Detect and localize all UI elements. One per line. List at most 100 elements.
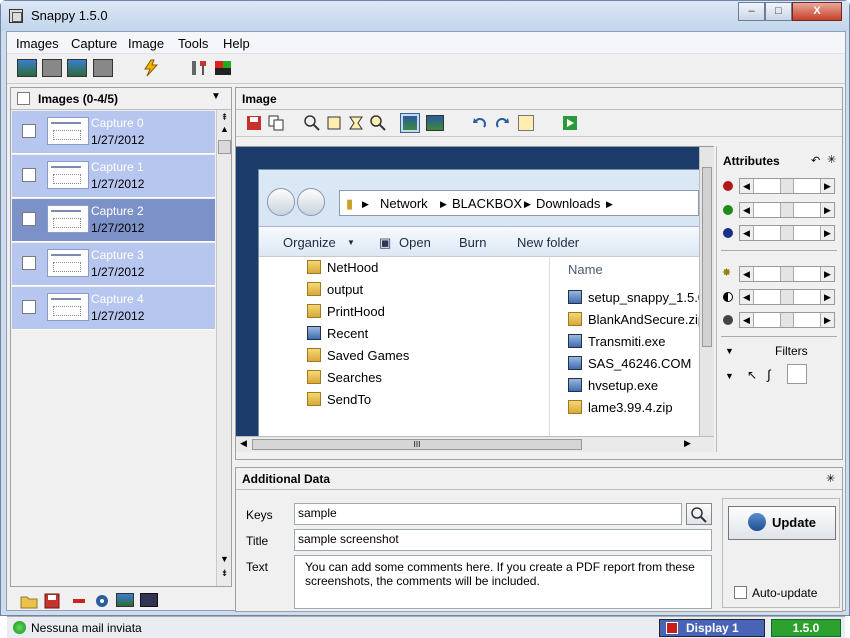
color-settings-icon[interactable] <box>213 59 233 77</box>
crop-icon[interactable] <box>518 115 534 131</box>
chevron-down-icon[interactable]: ▼ <box>725 346 734 356</box>
image-panel-title: Image <box>242 92 277 106</box>
chevron-down-icon[interactable]: ▼ <box>211 91 221 102</box>
remove-icon[interactable] <box>72 597 86 605</box>
item-checkbox[interactable] <box>22 300 36 314</box>
text-area[interactable]: You can add some comments here. If you c… <box>294 555 712 609</box>
back-icon <box>267 188 295 216</box>
export-image-icon[interactable] <box>562 115 578 131</box>
item-name: Capture 1 <box>91 160 144 174</box>
keys-label: Keys <box>246 508 273 522</box>
save-icon[interactable] <box>44 593 60 609</box>
capture-window-icon[interactable] <box>42 59 62 77</box>
blue-slider[interactable]: ◀ ▶ <box>739 225 835 241</box>
red-slider[interactable]: ◀ ▶ <box>739 178 835 194</box>
title-bar: Snappy 1.5.0 – □ X <box>1 1 849 31</box>
pointer-icon[interactable]: ↖ <box>747 368 757 382</box>
close-button[interactable]: X <box>792 2 842 21</box>
curve-icon[interactable]: ∫ <box>767 367 771 382</box>
chevron-down-icon[interactable]: ▼ <box>725 371 734 381</box>
zoom-icon[interactable] <box>304 115 320 131</box>
list-item-selected[interactable]: Capture 2 1/27/2012 <box>12 199 215 242</box>
list-item[interactable]: Capture 1 1/27/2012 <box>12 155 215 198</box>
settings-gear-icon[interactable] <box>94 593 110 609</box>
breadcrumb-downloads: Downloads <box>536 196 601 211</box>
app-window: Snappy 1.5.0 – □ X Images Capture Image … <box>0 0 850 638</box>
command-bar: Organize ▼ ▣ Open Burn New folder <box>259 226 714 256</box>
display-icon[interactable] <box>140 593 158 607</box>
scroll-left-icon[interactable]: ◀ <box>240 438 247 449</box>
view-mode-toggle[interactable] <box>400 113 420 133</box>
scroll-thumb[interactable] <box>702 167 712 347</box>
nav-item: Searches <box>307 370 382 385</box>
menu-help[interactable]: Help <box>223 36 250 51</box>
scroll-down-icon[interactable]: ▼ <box>218 554 231 566</box>
list-item[interactable]: Capture 4 1/27/2012 <box>12 287 215 330</box>
display-indicator[interactable]: Display 1 <box>659 619 765 637</box>
thumbnail-image <box>47 249 89 277</box>
file-item: hvsetup.exe <box>568 378 658 393</box>
zoom-in-icon[interactable] <box>370 115 386 131</box>
item-checkbox[interactable] <box>22 212 36 226</box>
tools-icon[interactable] <box>189 59 209 77</box>
contrast-slider[interactable]: ◀ ▶ <box>739 289 835 305</box>
lightning-icon[interactable] <box>141 59 161 77</box>
select-all-checkbox[interactable] <box>17 92 30 105</box>
search-button[interactable] <box>686 503 712 525</box>
preview-vertical-scrollbar[interactable] <box>699 147 714 436</box>
main-toolbar <box>7 54 845 84</box>
maximize-button[interactable]: □ <box>765 2 792 21</box>
cmd-new-folder: New folder <box>517 235 580 250</box>
scroll-top-icon[interactable]: ⇞ <box>218 112 231 124</box>
redo-icon[interactable] <box>494 115 510 131</box>
sparkle-icon[interactable]: ✳ <box>826 472 835 485</box>
capture-screen-icon[interactable] <box>17 59 37 77</box>
brightness-slider[interactable]: ◀ ▶ <box>739 266 835 282</box>
minimize-button[interactable]: – <box>738 2 765 21</box>
menu-tools[interactable]: Tools <box>178 36 208 51</box>
list-item[interactable]: Capture 0 1/27/2012 <box>12 111 215 154</box>
filter-color-swatch[interactable] <box>787 364 807 384</box>
title-field[interactable]: sample screenshot <box>294 529 712 551</box>
images-panel-title: Images (0-4/5) <box>38 92 119 106</box>
auto-update-checkbox[interactable] <box>734 586 747 599</box>
export-icon[interactable] <box>116 593 134 607</box>
scroll-thumb[interactable]: III <box>252 439 582 450</box>
item-checkbox[interactable] <box>22 168 36 182</box>
list-item[interactable]: Capture 3 1/27/2012 <box>12 243 215 286</box>
capture-ok-icon[interactable] <box>93 59 113 77</box>
scroll-right-icon[interactable]: ▶ <box>684 438 691 449</box>
breadcrumb-blackbox: BLACKBOX <box>452 196 523 211</box>
update-button[interactable]: Update <box>728 506 836 540</box>
copy-icon[interactable] <box>268 115 284 131</box>
green-slider[interactable]: ◀ ▶ <box>739 202 835 218</box>
nav-item: Recent <box>307 326 368 341</box>
keys-field[interactable]: sample <box>294 503 682 525</box>
preview-screenshot: ▮ ▶ Network ▶ BLACKBOX ▶ Downloads ▶ Org… <box>258 169 714 436</box>
forward-icon <box>297 188 325 216</box>
reset-icon[interactable]: ↶ <box>811 154 820 167</box>
scroll-thumb[interactable] <box>218 140 231 154</box>
undo-icon[interactable] <box>472 115 488 131</box>
preview-horizontal-scrollbar[interactable]: ◀ III ▶ <box>236 436 714 452</box>
image-mode-icon[interactable] <box>426 115 444 131</box>
item-checkbox[interactable] <box>22 124 36 138</box>
saturation-slider[interactable]: ◀ ▶ <box>739 312 835 328</box>
item-name: Capture 0 <box>91 116 144 130</box>
scroll-bottom-icon[interactable]: ⇟ <box>218 568 231 580</box>
menu-image[interactable]: Image <box>128 36 164 51</box>
save-image-icon[interactable] <box>246 115 262 131</box>
images-panel: Images (0-4/5) ▼ Capture 0 1/27/2012 Cap… <box>10 87 232 587</box>
item-checkbox[interactable] <box>22 256 36 270</box>
capture-region-icon[interactable] <box>67 59 87 77</box>
item-date: 1/27/2012 <box>91 221 145 235</box>
stretch-icon[interactable] <box>348 115 364 131</box>
sparkle-icon[interactable]: ✳ <box>827 153 836 166</box>
open-folder-icon[interactable] <box>20 593 38 609</box>
fit-icon[interactable] <box>326 115 342 131</box>
nav-item: NetHood <box>307 260 378 275</box>
menu-capture[interactable]: Capture <box>71 36 117 51</box>
thumbnail-scrollbar[interactable]: ⇞ ▲ ▼ ⇟ <box>216 110 231 586</box>
menu-images[interactable]: Images <box>16 36 59 51</box>
scroll-up-icon[interactable]: ▲ <box>218 124 231 136</box>
